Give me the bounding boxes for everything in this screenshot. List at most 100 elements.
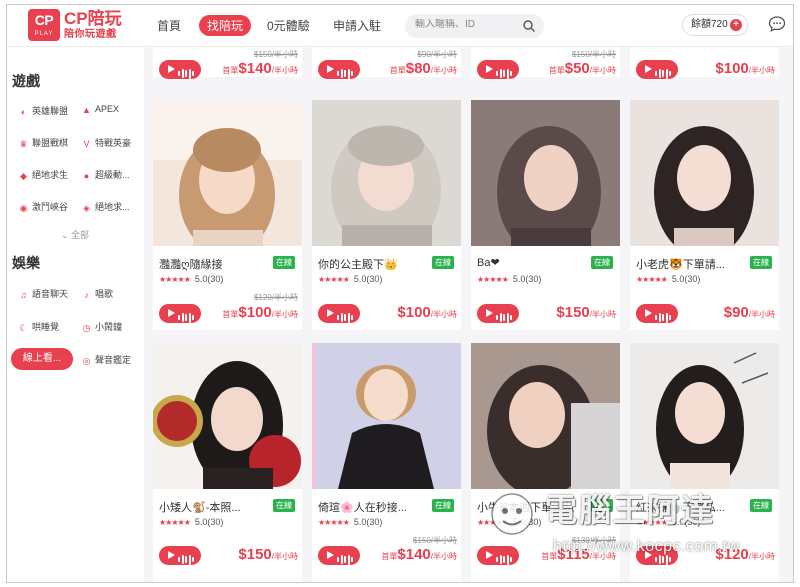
voice-play-button[interactable] bbox=[636, 60, 678, 79]
mic-icon: ♪ bbox=[84, 290, 89, 300]
voice-play-button[interactable] bbox=[636, 546, 678, 565]
nav-apply[interactable]: 申請入駐 bbox=[333, 17, 381, 34]
nav-free-trial[interactable]: 0元體驗 bbox=[267, 17, 310, 34]
star-icons: ★★★★★ bbox=[477, 275, 509, 284]
nav-find-companion[interactable]: 找陪玩 bbox=[199, 15, 252, 36]
original-price: $150/半小時 bbox=[571, 50, 616, 59]
companion-card[interactable]: 小牛ꕤ本週下單先私 在線 ★★★★★ 5.0(30) $130/半小時 首單$11… bbox=[471, 343, 620, 582]
sidebar-item-label: 特戰英豪 bbox=[95, 138, 132, 148]
companion-name: 倚瑄🌸人在秒接... bbox=[318, 502, 407, 514]
card-partial-3[interactable]: $150/半小時 首單$50/半小時 bbox=[471, 47, 620, 79]
profile-photo bbox=[153, 100, 302, 246]
sidebar-item-pubgm[interactable]: ◈ 絕地求... bbox=[82, 200, 130, 213]
price: 首單$140/半小時 bbox=[381, 546, 457, 563]
sidebar-item-label: 超級動... bbox=[95, 170, 130, 180]
voice-play-button[interactable] bbox=[159, 546, 201, 565]
sidebar-item-wildrift[interactable]: ◉ 激鬥峽谷 bbox=[19, 200, 68, 213]
sidebar-item-label: 絕地求... bbox=[95, 202, 130, 212]
price: $100/半小時 bbox=[715, 60, 775, 77]
card-partial-4[interactable]: $100/半小時 bbox=[630, 47, 779, 79]
play-icon bbox=[486, 65, 493, 73]
companion-card[interactable]: 小矮人🐒-本照... 在線 ★★★★★ 5.0(30) $150/半小時 bbox=[153, 343, 302, 582]
profile-photo bbox=[471, 343, 620, 489]
sidebar-item-smash[interactable]: ● 超級動... bbox=[82, 168, 130, 181]
logo[interactable]: CP PLAY bbox=[28, 9, 60, 41]
companion-name: 紅茶妹🍵下單私... bbox=[636, 502, 725, 514]
sidebar-item-pubg[interactable]: ◆ 絕地求生 bbox=[19, 168, 68, 181]
companion-card[interactable]: 倚瑄🌸人在秒接... 在線 ★★★★★ 5.0(30) $150/半小時 首單$1… bbox=[312, 343, 461, 582]
voice-play-button[interactable] bbox=[477, 546, 519, 565]
nav-home[interactable]: 首頁 bbox=[157, 17, 181, 34]
sidebar-item-label: 唱歌 bbox=[95, 289, 114, 299]
sidebar-item-alarm[interactable]: ◷ 小鬧鐘 bbox=[82, 320, 122, 333]
sidebar-item-voice-chat[interactable]: ♫ 語音聊天 bbox=[19, 287, 68, 300]
companion-card[interactable]: 紅茶妹🍵下單私... 在線 ★★★★★ 5.0(30) $120/半小時 bbox=[630, 343, 779, 582]
profile-photo bbox=[471, 100, 620, 246]
sidebar-item-sleep[interactable]: ☾ 哄睡覺 bbox=[19, 320, 59, 333]
card-partial-2[interactable]: $90/半小時 首單$80/半小時 bbox=[312, 47, 461, 79]
companion-name: 灩灩ღ隨緣接 bbox=[159, 259, 223, 271]
search-input[interactable] bbox=[415, 19, 520, 30]
show-all-link[interactable]: ⌄ 全部 bbox=[61, 228, 89, 241]
sidebar-item-label: 英雄聯盟 bbox=[32, 106, 69, 116]
star-icons: ★★★★★ bbox=[477, 518, 509, 527]
voice-play-button[interactable] bbox=[477, 60, 519, 79]
play-icon bbox=[327, 65, 334, 73]
sidebar-item-label: 小鬧鐘 bbox=[95, 322, 123, 332]
voice-play-button[interactable] bbox=[477, 304, 519, 323]
companion-name: 小牛ꕤ本週下單先私 bbox=[477, 502, 575, 514]
play-icon bbox=[327, 309, 334, 317]
price: $120/半小時 bbox=[715, 546, 775, 563]
sidebar-item-apex[interactable]: ▲ APEX bbox=[82, 104, 119, 115]
waveform-icon bbox=[496, 65, 514, 83]
balance-label: 餘額720 bbox=[691, 19, 728, 30]
sidebar-item-label: 聲音鑑定 bbox=[95, 355, 132, 365]
sidebar-item-label: 哄睡覺 bbox=[32, 322, 60, 332]
waveform-icon bbox=[655, 551, 673, 569]
pubgm-icon: ◈ bbox=[83, 203, 90, 213]
original-price: $150/半小時 bbox=[253, 50, 298, 59]
voice-play-button[interactable] bbox=[318, 546, 360, 565]
online-badge: 在線 bbox=[432, 256, 454, 269]
sidebar-item-sing[interactable]: ♪ 唱歌 bbox=[82, 287, 113, 300]
sidebar-item-valorant[interactable]: V 特戰英豪 bbox=[82, 136, 131, 149]
sidebar-item-voice-test[interactable]: ◎ 聲音鑑定 bbox=[82, 353, 131, 366]
online-badge: 在線 bbox=[273, 256, 295, 269]
play-icon bbox=[486, 551, 493, 559]
card-partial-1[interactable]: $150/半小時 首單$140/半小時 bbox=[153, 47, 302, 79]
voice-play-button[interactable] bbox=[159, 304, 201, 323]
entertainment-title: 娛樂 bbox=[12, 255, 40, 271]
voice-play-button[interactable] bbox=[159, 60, 201, 79]
rating: ★★★★★ 5.0(30) bbox=[477, 274, 541, 284]
chat-icon[interactable] bbox=[768, 15, 786, 33]
sidebar-item-tft[interactable]: ♛ 聯盟戰棋 bbox=[19, 136, 68, 149]
sidebar-item-lol[interactable]: ◐ 英雄聯盟 bbox=[19, 104, 68, 117]
headset-icon: ♫ bbox=[20, 290, 27, 300]
voice-play-button[interactable] bbox=[636, 304, 678, 323]
companion-card[interactable]: Ba❤ 在線 ★★★★★ 5.0(30) $150/半小時 bbox=[471, 100, 620, 330]
voice-play-button[interactable] bbox=[318, 304, 360, 323]
profile-photo bbox=[312, 343, 461, 489]
price: $150/半小時 bbox=[556, 304, 616, 321]
brand[interactable]: CP陪玩 陪你玩遊戲 bbox=[64, 9, 122, 41]
add-balance-icon[interactable]: + bbox=[730, 19, 742, 31]
sidebar-item-watch-online[interactable]: 線上看... bbox=[11, 348, 73, 370]
companion-name: 小老虎🐯下單請... bbox=[636, 259, 725, 271]
search-box bbox=[405, 14, 544, 38]
rating-value: 5.0(30) bbox=[512, 274, 542, 284]
voice-play-button[interactable] bbox=[318, 60, 360, 79]
sidebar-item-label: 絕地求生 bbox=[32, 170, 69, 180]
play-icon bbox=[168, 551, 175, 559]
companion-card[interactable]: 你的公主殿下👑 在線 ★★★★★ 5.0(30) $100/半小時 bbox=[312, 100, 461, 330]
rating-value: 5.0(30) bbox=[353, 517, 383, 527]
companion-card[interactable]: 灩灩ღ隨緣接 在線 ★★★★★ 5.0(30) $120/半小時 首單$100/半… bbox=[153, 100, 302, 330]
brand-slogan: 陪你玩遊戲 bbox=[64, 29, 117, 40]
companion-card[interactable]: 小老虎🐯下單請... 在線 ★★★★★ 5.0(30) $90/半小時 bbox=[630, 100, 779, 330]
top-header: CP PLAY CP陪玩 陪你玩遊戲 首頁 找陪玩 0元體驗 申請入駐 餘額72… bbox=[7, 5, 793, 47]
sidebar-item-label: 線上看... bbox=[22, 353, 62, 364]
alarm-icon: ◷ bbox=[82, 323, 91, 333]
search-icon[interactable] bbox=[522, 19, 536, 33]
price: 首單$140/半小時 bbox=[222, 60, 298, 77]
balance-pill[interactable]: 餘額720 + bbox=[682, 14, 748, 36]
sidebar-item-label: 聯盟戰棋 bbox=[32, 138, 69, 148]
